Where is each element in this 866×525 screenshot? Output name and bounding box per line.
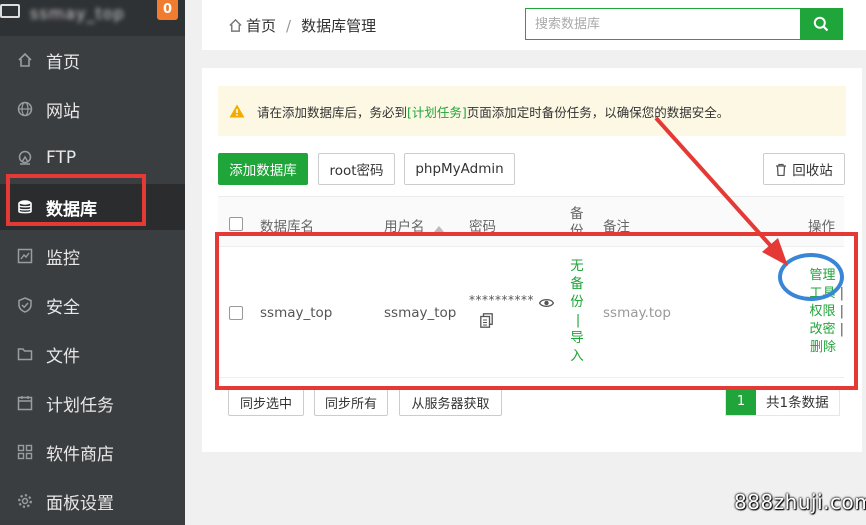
sidebar-header: ssmay_top 0 bbox=[0, 0, 185, 36]
top-bar: 首页 / 数据库管理 bbox=[202, 0, 866, 50]
gear-icon bbox=[17, 493, 33, 509]
sync-selected-button[interactable]: 同步选中 bbox=[228, 388, 304, 416]
breadcrumb-home[interactable]: 首页 bbox=[246, 15, 276, 36]
sidebar-item-label: 监控 bbox=[46, 248, 80, 269]
sidebar-item-cron[interactable]: 计划任务 bbox=[0, 380, 185, 426]
sidebar-item-label: 面板设置 bbox=[46, 493, 114, 514]
page-current[interactable]: 1 bbox=[726, 387, 756, 415]
pagination: 1 共1条数据 bbox=[725, 386, 840, 416]
breadcrumb: 首页 / 数据库管理 bbox=[228, 15, 376, 36]
apps-icon bbox=[17, 444, 33, 460]
shield-icon bbox=[17, 297, 33, 313]
sidebar-item-security[interactable]: 安全 bbox=[0, 282, 185, 328]
folder-icon bbox=[17, 346, 33, 362]
fetch-from-server-button[interactable]: 从服务器获取 bbox=[399, 388, 502, 416]
sidebar-item-website[interactable]: 网站 bbox=[0, 86, 185, 132]
sidebar: ssmay_top 0 首页 网站 FTP 数据库 监控 安全 文件 计划任务 … bbox=[0, 0, 185, 525]
watermark: 888zhuji.com bbox=[734, 490, 866, 514]
sidebar-item-label: 文件 bbox=[46, 346, 80, 367]
sidebar-item-label: FTP bbox=[46, 148, 77, 168]
sidebar-item-files[interactable]: 文件 bbox=[0, 331, 185, 377]
sidebar-item-store[interactable]: 软件商店 bbox=[0, 429, 185, 475]
monitor-icon bbox=[17, 248, 33, 264]
select-all-checkbox[interactable] bbox=[229, 217, 243, 231]
notice-text-suffix: 页面添加定时备份任务，以确保您的数据安全。 bbox=[466, 104, 730, 120]
sidebar-item-label: 安全 bbox=[46, 297, 80, 318]
notice-cron-link[interactable]: [计划任务] bbox=[407, 102, 467, 121]
annotation-circle-manage bbox=[778, 253, 844, 301]
sidebar-item-label: 网站 bbox=[46, 101, 80, 122]
ftp-icon bbox=[17, 150, 33, 166]
sidebar-item-settings[interactable]: 面板设置 bbox=[0, 478, 185, 524]
search-input[interactable] bbox=[526, 9, 800, 39]
search-icon bbox=[813, 16, 829, 32]
search-box bbox=[525, 8, 843, 40]
search-button[interactable] bbox=[800, 9, 842, 39]
calendar-icon bbox=[17, 395, 33, 411]
notice-text-prefix: 请在添加数据库后，务必到 bbox=[257, 104, 408, 120]
server-hostname: ssmay_top bbox=[30, 4, 125, 23]
globe-icon bbox=[17, 101, 33, 117]
sync-all-button[interactable]: 同步所有 bbox=[314, 388, 388, 416]
phpmyadmin-button[interactable]: phpMyAdmin bbox=[404, 153, 515, 185]
recycle-bin-button[interactable]: 回收站 bbox=[763, 153, 845, 185]
breadcrumb-current: 数据库管理 bbox=[301, 17, 377, 35]
sidebar-item-home[interactable]: 首页 bbox=[0, 37, 185, 83]
warning-icon bbox=[229, 104, 245, 118]
sidebar-item-label: 计划任务 bbox=[46, 395, 114, 416]
backup-notice: 请在添加数据库后，务必到 [计划任务] 页面添加定时备份任务，以确保您的数据安全。 bbox=[218, 86, 846, 136]
home-icon[interactable] bbox=[228, 18, 243, 33]
server-icon bbox=[0, 4, 20, 18]
sidebar-item-label: 首页 bbox=[46, 52, 80, 73]
home-icon bbox=[17, 52, 33, 68]
sidebar-item-label: 软件商店 bbox=[46, 444, 114, 465]
root-password-button[interactable]: root密码 bbox=[318, 153, 395, 185]
total-count: 共1条数据 bbox=[766, 395, 829, 411]
trash-icon bbox=[775, 163, 787, 176]
annotation-highlight-database-menu bbox=[6, 174, 146, 226]
annotation-highlight-row bbox=[215, 232, 858, 390]
notification-badge[interactable]: 0 bbox=[157, 0, 178, 20]
sidebar-item-monitor[interactable]: 监控 bbox=[0, 233, 185, 279]
col-backup: 备份 bbox=[570, 206, 584, 234]
recycle-bin-label: 回收站 bbox=[792, 163, 833, 179]
breadcrumb-separator: / bbox=[286, 16, 292, 35]
add-database-button[interactable]: 添加数据库 bbox=[218, 153, 308, 185]
